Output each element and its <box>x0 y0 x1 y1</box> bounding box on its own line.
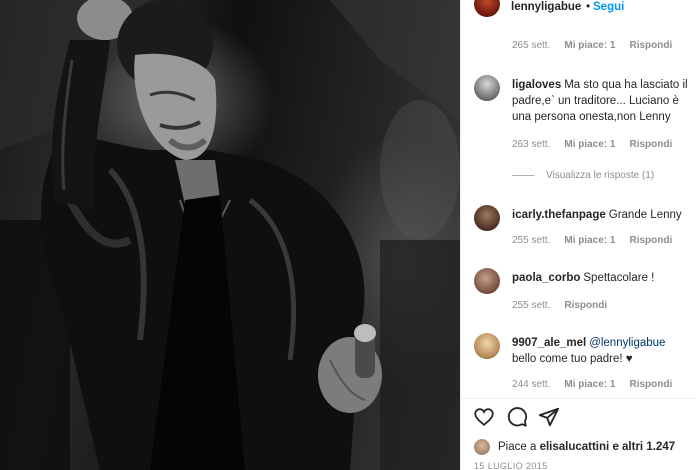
commenter-avatar[interactable] <box>474 333 500 359</box>
separator-dot: • <box>586 0 591 13</box>
post-date: 15 LUGLIO 2015 <box>474 461 548 470</box>
reply-button[interactable]: Rispondi <box>564 300 607 311</box>
comment-time[interactable]: 265 sett. <box>512 40 550 51</box>
comment-meta: 263 sett. Mi piace: 1 Rispondi <box>512 139 672 150</box>
comment-text: ligaloves Ma sto qua ha lasciato il padre… <box>512 77 692 125</box>
comment-body: Spettacolare ! <box>583 272 655 284</box>
comment-username[interactable]: ligaloves <box>512 79 561 91</box>
author-avatar[interactable] <box>474 0 500 17</box>
comment-username[interactable]: paola_corbo <box>512 272 580 284</box>
comment-text: 9907_ale_mel @lennyligabue bello come tuo… <box>512 335 692 367</box>
commenter-avatar[interactable] <box>474 75 500 101</box>
comment-likes[interactable]: Mi piace: 1 <box>564 235 615 246</box>
commenter-avatar[interactable] <box>474 205 500 231</box>
comment-meta: 255 sett. Rispondi <box>512 300 607 311</box>
photo-illustration <box>0 0 460 470</box>
comment-meta: 265 sett. Mi piace: 1 Rispondi <box>512 40 672 51</box>
post-actions: Piace a elisalucattini e altri 1.247 15 … <box>461 398 696 470</box>
follow-button[interactable]: Segui <box>593 1 624 13</box>
comment-meta: 244 sett. Mi piace: 1 Rispondi <box>512 379 672 390</box>
comment-body: bello come tuo padre! ♥ <box>512 353 633 365</box>
comment-icon[interactable] <box>506 406 528 428</box>
likes-count[interactable]: 1.247 <box>646 441 675 453</box>
post-header: lennyligabue • Segui <box>461 0 696 22</box>
comment-time[interactable]: 255 sett. <box>512 235 550 246</box>
comment-likes[interactable]: Mi piace: 1 <box>564 40 615 51</box>
author-username[interactable]: lennyligabue <box>511 1 581 13</box>
comment-time[interactable]: 255 sett. <box>512 300 550 311</box>
view-replies-label: Visualizza le risposte (1) <box>546 170 655 181</box>
replies-divider <box>512 175 534 176</box>
comments-panel: lennyligabue • Segui 265 sett. Mi piace:… <box>460 0 696 470</box>
comment-time[interactable]: 244 sett. <box>512 379 550 390</box>
liker-avatar[interactable] <box>474 439 490 455</box>
post-photo[interactable] <box>0 0 460 470</box>
liker-username[interactable]: elisalucattini <box>540 441 610 453</box>
comment-body: Grande Lenny <box>608 209 682 221</box>
likes-summary: Piace a elisalucattini e altri 1.247 <box>474 439 675 455</box>
reply-button[interactable]: Rispondi <box>630 379 673 390</box>
share-icon[interactable] <box>538 406 560 428</box>
comment-mention[interactable]: @lennyligabue <box>589 337 665 349</box>
likes-prefix: Piace a <box>498 441 537 453</box>
reply-button[interactable]: Rispondi <box>630 235 673 246</box>
view-replies-button[interactable]: Visualizza le risposte (1) <box>512 170 654 181</box>
comment-time[interactable]: 263 sett. <box>512 139 550 150</box>
reply-button[interactable]: Rispondi <box>630 40 673 51</box>
heart-icon[interactable] <box>473 406 495 428</box>
likes-suffix[interactable]: e altri <box>612 441 643 453</box>
comment-text: paola_corbo Spettacolare ! <box>512 270 692 286</box>
comment-text: icarly.thefanpage Grande Lenny <box>512 207 682 223</box>
reply-button[interactable]: Rispondi <box>630 139 673 150</box>
comment-likes[interactable]: Mi piace: 1 <box>564 379 615 390</box>
comment-username[interactable]: 9907_ale_mel <box>512 337 586 349</box>
commenter-avatar[interactable] <box>474 268 500 294</box>
comment-meta: 255 sett. Mi piace: 1 Rispondi <box>512 235 672 246</box>
comment-username[interactable]: icarly.thefanpage <box>512 209 606 221</box>
comment-likes[interactable]: Mi piace: 1 <box>564 139 615 150</box>
